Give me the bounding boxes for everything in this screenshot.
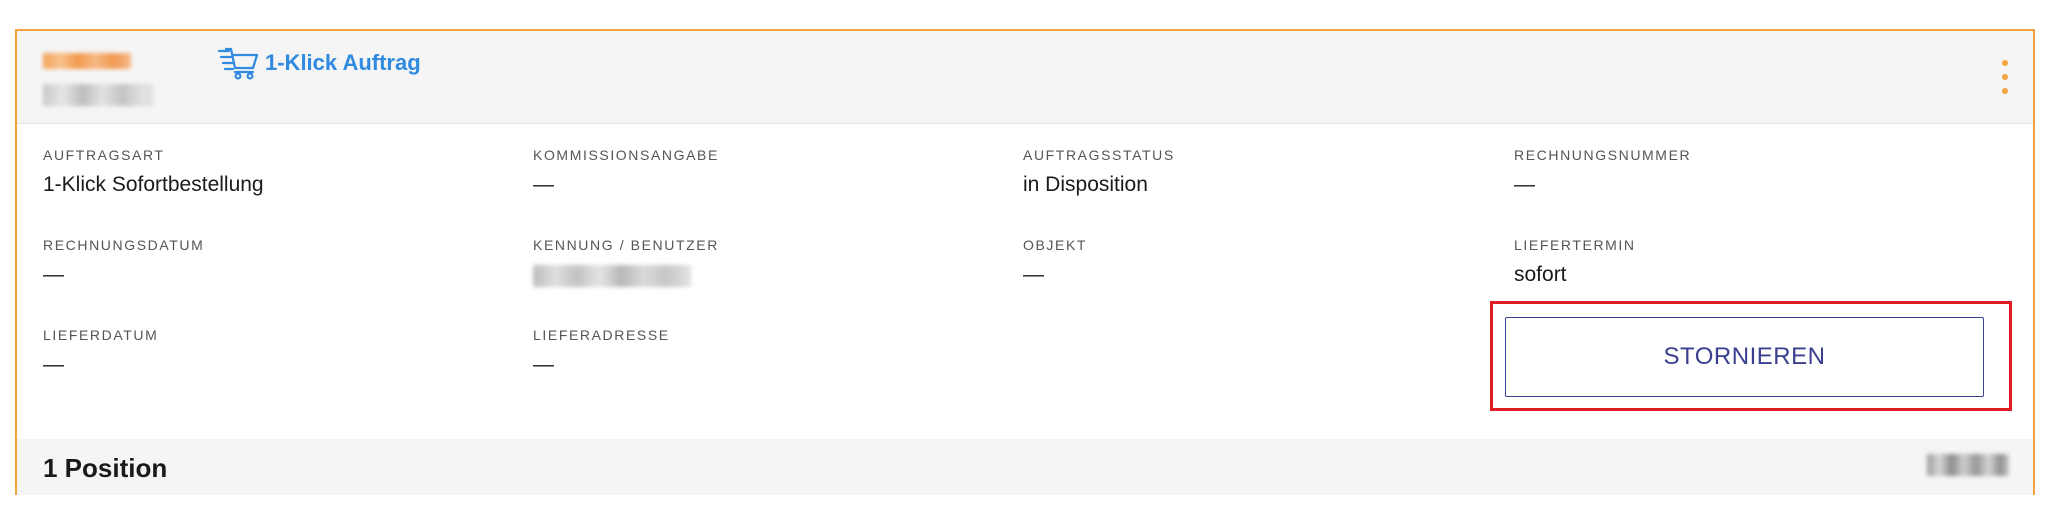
field-liefertermin: LIEFERTERMIN sofort (1514, 237, 1636, 288)
field-label: AUFTRAGSSTATUS (1023, 147, 1175, 163)
order-card-header: 1-Klick Auftrag (17, 31, 2033, 124)
fast-cart-icon (217, 46, 259, 80)
field-rechnungsdatum: RECHNUNGSDATUM — (43, 237, 204, 288)
user-redacted (533, 265, 691, 287)
field-label: LIEFERADRESSE (533, 327, 670, 343)
field-objekt: OBJEKT — (1023, 237, 1087, 288)
field-kommissionsangabe: KOMMISSIONSANGABE — (533, 147, 719, 198)
order-number-redacted (43, 53, 131, 69)
more-options-button[interactable] (1999, 57, 2011, 97)
order-card: 1-Klick Auftrag AUFTRAGSART 1-Klick Sofo… (15, 29, 2035, 495)
one-click-order-badge[interactable]: 1-Klick Auftrag (217, 43, 421, 83)
positions-count[interactable]: 1 Position (43, 453, 167, 484)
field-value: — (1514, 173, 1535, 196)
field-auftragsstatus: AUFTRAGSSTATUS in Disposition (1023, 147, 1175, 198)
field-auftragsart: AUFTRAGSART 1-Klick Sofortbestellung (43, 147, 264, 198)
field-rechnungsnummer: RECHNUNGSNUMMER — (1514, 147, 1691, 198)
field-value: — (43, 263, 64, 286)
field-label: RECHNUNGSNUMMER (1514, 147, 1692, 163)
cancel-order-button[interactable]: STORNIEREN (1505, 317, 1984, 397)
field-lieferadresse: LIEFERADRESSE — (533, 327, 670, 378)
field-label: RECHNUNGSDATUM (43, 237, 205, 253)
field-value: — (1023, 263, 1044, 286)
field-value: in Disposition (1023, 173, 1148, 196)
order-card-footer: 1 Position (17, 439, 2033, 495)
field-label: LIEFERTERMIN (1514, 237, 1636, 253)
field-value: — (43, 353, 64, 376)
field-value: sofort (1514, 263, 1567, 286)
order-total-redacted (1927, 454, 2009, 476)
order-date-redacted (43, 84, 153, 106)
field-label: AUFTRAGSART (43, 147, 165, 163)
field-kennung-benutzer: KENNUNG / BENUTZER (533, 237, 719, 287)
field-label: KENNUNG / BENUTZER (533, 237, 719, 253)
one-click-order-label: 1-Klick Auftrag (265, 50, 421, 75)
field-label: OBJEKT (1023, 237, 1088, 253)
more-vertical-icon (2002, 60, 2008, 66)
field-lieferdatum: LIEFERDATUM — (43, 327, 158, 378)
field-value: — (533, 353, 554, 376)
field-label: LIEFERDATUM (43, 327, 159, 343)
field-label: KOMMISSIONSANGABE (533, 147, 719, 163)
field-value: 1-Klick Sofortbestellung (43, 173, 264, 196)
field-value: — (533, 173, 554, 196)
